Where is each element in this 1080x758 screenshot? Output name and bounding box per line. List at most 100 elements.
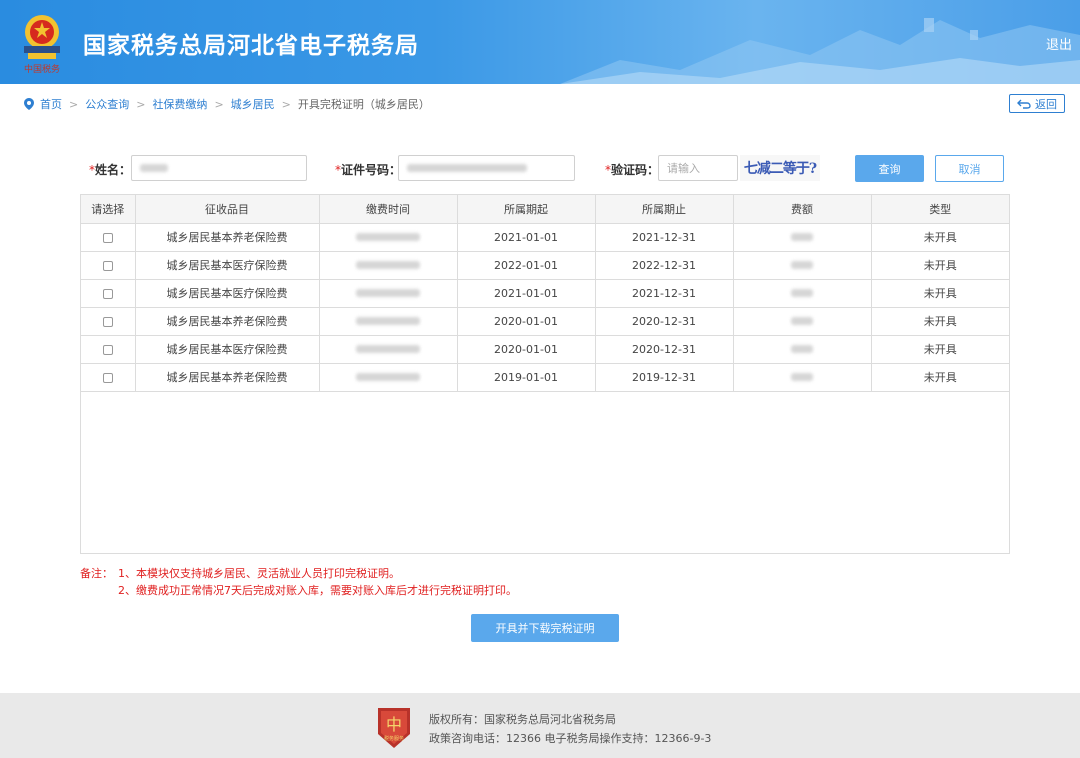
table-row: 城乡居民基本医疗保险费 2022-01-01 2022-12-31 未开具 [81,251,1009,280]
row-select-cell [81,363,136,392]
amount-cell [733,307,872,336]
footer-info: 版权所有：国家税务总局河北省税务局 政策咨询电话：12366 电子税务局操作支持… [429,710,711,748]
logo-caption: 税务服务 [384,735,404,742]
redacted-amount [791,316,813,325]
row-checkbox[interactable] [102,260,113,271]
item-cell: 城乡居民基本医疗保险费 [135,279,320,308]
item-cell: 城乡居民基本养老保险费 [135,223,320,252]
type-cell: 未开具 [871,279,1009,308]
header-item: 征收品目 [135,195,320,224]
header-select: 请选择 [81,195,136,224]
period-end-cell: 2021-12-31 [595,279,734,308]
tax-emblem-icon: 中国税务 [24,15,60,75]
redacted-pay-time [356,372,420,381]
table-row: 城乡居民基本养老保险费 2019-01-01 2019-12-31 未开具 [81,363,1009,392]
redacted-amount [791,260,813,269]
back-arrow-icon [1017,99,1031,109]
breadcrumb-separator: > [136,97,146,111]
redacted-pay-time [356,232,420,241]
breadcrumb-public-query[interactable]: 公众查询 [85,96,129,112]
captcha-input[interactable]: 请输入 [658,155,738,181]
breadcrumb-social-fee[interactable]: 社保费缴纳 [152,96,207,112]
period-start-cell: 2020-01-01 [457,335,596,364]
name-label: *姓名： [89,163,132,177]
row-select-cell [81,307,136,336]
redacted-name [140,164,168,172]
type-cell: 未开具 [871,363,1009,392]
breadcrumb-current: 开具完税证明（城乡居民） [297,98,430,111]
row-checkbox[interactable] [102,372,113,383]
table-row: 城乡居民基本养老保险费 2021-01-01 2021-12-31 未开具 [81,223,1009,252]
redacted-pay-time [356,344,420,353]
header-amount: 费额 [733,195,872,224]
amount-cell [733,363,872,392]
pay-time-cell [319,307,458,336]
breadcrumb-home[interactable]: 首页 [40,96,62,112]
remarks: 备注： 1、本模块仅支持城乡居民、灵活就业人员打印完税证明。 2、缴费成功正常情… [80,565,517,599]
period-end-cell: 2021-12-31 [595,223,734,252]
query-button[interactable]: 查询 [855,155,924,182]
period-start-cell: 2021-01-01 [457,279,596,308]
pay-time-cell [319,363,458,392]
id-number-label: *证件号码： [335,163,402,177]
hotline-text: 政策咨询电话：12366 电子税务局操作支持：12366-9-3 [429,732,712,745]
row-select-cell [81,251,136,280]
location-pin-icon [24,98,34,110]
breadcrumb-separator: > [214,97,224,111]
redacted-pay-time [356,260,420,269]
row-checkbox[interactable] [102,288,113,299]
captcha-label: *验证码： [605,163,660,177]
table-header-row: 请选择 征收品目 缴费时间 所属期起 所属期止 费额 类型 [81,195,1009,224]
row-checkbox[interactable] [102,232,113,243]
item-cell: 城乡居民基本医疗保险费 [135,335,320,364]
period-end-cell: 2020-12-31 [595,307,734,336]
issue-and-download-button[interactable]: 开具并下载完税证明 [471,614,619,642]
period-end-cell: 2020-12-31 [595,335,734,364]
pay-time-cell [319,335,458,364]
amount-cell [733,251,872,280]
redacted-id-number [407,164,527,172]
period-start-cell: 2021-01-01 [457,223,596,252]
item-cell: 城乡居民基本养老保险费 [135,363,320,392]
item-cell: 城乡居民基本医疗保险费 [135,251,320,280]
breadcrumb-separator: > [281,97,291,111]
table-row: 城乡居民基本养老保险费 2020-01-01 2020-12-31 未开具 [81,307,1009,336]
redacted-amount [791,288,813,297]
header-type: 类型 [871,195,1009,224]
cancel-button[interactable]: 取消 [935,155,1004,182]
row-select-cell [81,223,136,252]
breadcrumb-urban-rural[interactable]: 城乡居民 [231,96,275,112]
pay-time-cell [319,251,458,280]
results-table: 请选择 征收品目 缴费时间 所属期起 所属期止 费额 类型 城乡居民基本养老保险… [80,194,1010,554]
breadcrumb: 首页 > 公众查询 > 社保费缴纳 > 城乡居民 > 开具完税证明（城乡居民） [24,96,430,112]
emblem-caption: 中国税务 [24,63,60,75]
svg-text:中: 中 [386,715,402,734]
logout-link[interactable]: 退出 [1046,34,1072,53]
row-select-cell [81,335,136,364]
amount-cell [733,279,872,308]
period-start-cell: 2020-01-01 [457,307,596,336]
remark-line-2: 2、缴费成功正常情况7天后完成对账入库，需要对账入库后才进行完税证明打印。 [118,584,517,597]
header-pay-time: 缴费时间 [319,195,458,224]
amount-cell [733,335,872,364]
copyright-text: 版权所有：国家税务总局河北省税务局 [429,713,616,726]
captcha-image[interactable]: 七减二等于? [740,155,820,181]
breadcrumb-separator: > [69,97,79,111]
id-number-field[interactable] [398,155,575,181]
row-checkbox[interactable] [102,316,113,327]
period-end-cell: 2022-12-31 [595,251,734,280]
table-row: 城乡居民基本医疗保险费 2021-01-01 2021-12-31 未开具 [81,279,1009,308]
name-field[interactable] [131,155,307,181]
remarks-label: 备注： [80,567,113,580]
period-end-cell: 2019-12-31 [595,363,734,392]
site-title: 国家税务总局河北省电子税务局 [83,33,419,59]
pay-time-cell [319,223,458,252]
header-period-start: 所属期起 [457,195,596,224]
site-header: 中国税务 国家税务总局河北省电子税务局 退出 [0,0,1080,84]
type-cell: 未开具 [871,223,1009,252]
type-cell: 未开具 [871,251,1009,280]
redacted-pay-time [356,288,420,297]
row-checkbox[interactable] [102,344,113,355]
back-button[interactable]: 返回 [1009,94,1065,113]
tax-service-logo-icon: 中 税务服务 [378,708,410,748]
